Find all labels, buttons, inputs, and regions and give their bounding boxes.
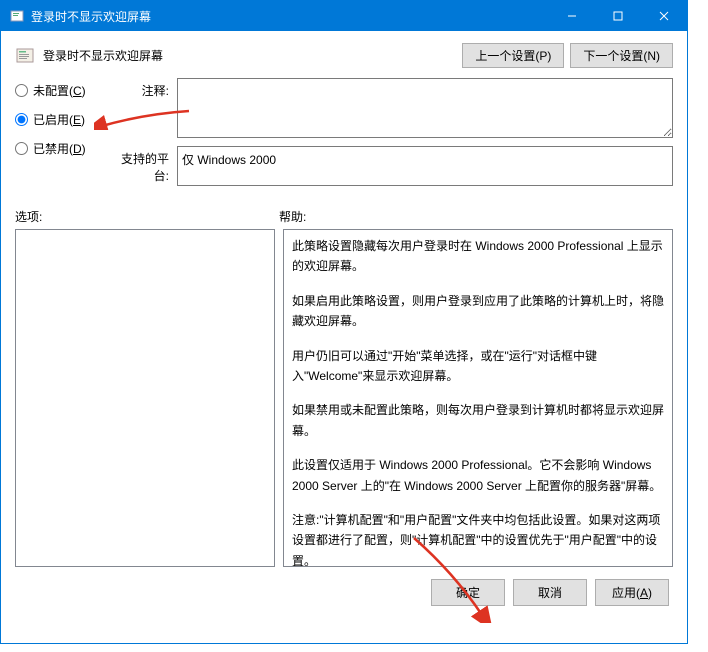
help-text: 此设置仅适用于 Windows 2000 Professional。它不会影响 …	[292, 455, 664, 496]
platform-label: 支持的平台:	[117, 146, 177, 186]
help-label: 帮助:	[279, 208, 306, 225]
help-text: 注意:"计算机配置"和"用户配置"文件夹中均包括此设置。如果对这两项设置都进行了…	[292, 510, 664, 567]
radio-enabled[interactable]: 已启用(E)	[15, 111, 105, 128]
minimize-button[interactable]	[549, 1, 595, 31]
radio-disabled-input[interactable]	[15, 142, 28, 155]
policy-icon	[15, 46, 35, 66]
apply-button[interactable]: 应用(A)	[595, 579, 669, 606]
help-text: 如果启用此策略设置，则用户登录到应用了此策略的计算机上时，将隐藏欢迎屏幕。	[292, 291, 664, 332]
comment-textarea[interactable]	[177, 78, 673, 138]
comment-label: 注释:	[117, 78, 177, 138]
help-text: 此策略设置隐藏每次用户登录时在 Windows 2000 Professiona…	[292, 236, 664, 277]
policy-title: 登录时不显示欢迎屏幕	[43, 47, 462, 64]
help-text: 用户仍旧可以通过"开始"菜单选择，或在"运行"对话框中键入"Welcome"来显…	[292, 346, 664, 387]
options-label: 选项:	[15, 208, 279, 225]
help-panel[interactable]: 此策略设置隐藏每次用户登录时在 Windows 2000 Professiona…	[283, 229, 673, 567]
help-text: 如果禁用或未配置此策略，则每次用户登录到计算机时都将显示欢迎屏幕。	[292, 400, 664, 441]
maximize-button[interactable]	[595, 1, 641, 31]
prev-setting-button[interactable]: 上一个设置(P)	[462, 43, 564, 68]
close-button[interactable]	[641, 1, 687, 31]
window-title: 登录时不显示欢迎屏幕	[31, 8, 549, 25]
options-panel	[15, 229, 275, 567]
radio-not-configured-input[interactable]	[15, 84, 28, 97]
platform-box: 仅 Windows 2000	[177, 146, 673, 186]
policy-icon	[9, 8, 25, 24]
radio-enabled-input[interactable]	[15, 113, 28, 126]
ok-button[interactable]: 确定	[431, 579, 505, 606]
radio-not-configured[interactable]: 未配置(C)	[15, 82, 105, 99]
titlebar: 登录时不显示欢迎屏幕	[1, 1, 687, 31]
cancel-button[interactable]: 取消	[513, 579, 587, 606]
radio-disabled[interactable]: 已禁用(D)	[15, 140, 105, 157]
next-setting-button[interactable]: 下一个设置(N)	[570, 43, 673, 68]
